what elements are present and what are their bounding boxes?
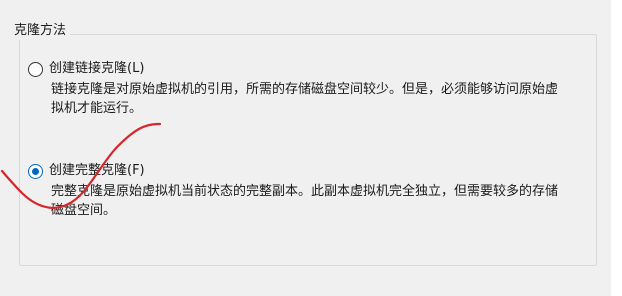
full-clone-radio[interactable]: [28, 163, 43, 179]
linked-clone-option[interactable]: 创建链接克隆(L): [28, 60, 144, 78]
full-clone-description: 完整克隆是原始虚拟机当前状态的完整副本。此副本虚拟机完全独立，但需要较多的存储磁…: [51, 184, 559, 218]
linked-clone-description: 链接克隆是对原始虚拟机的引用，所需的存储磁盘空间较少。但是，必须能够访问原始虚拟…: [51, 82, 559, 116]
linked-clone-label[interactable]: 创建链接克隆(L): [49, 60, 144, 78]
full-clone-label[interactable]: 创建完整克隆(F): [49, 162, 145, 180]
group-title: 克隆方法: [10, 22, 71, 40]
clone-method-dialog: 克隆方法 创建链接克隆(L) 链接克隆是对原始虚拟机的引用，所需的存储磁盘空间较…: [0, 0, 622, 296]
full-clone-option[interactable]: 创建完整克隆(F): [28, 162, 145, 180]
window-edge: [611, 0, 622, 296]
linked-clone-radio[interactable]: [28, 61, 43, 77]
